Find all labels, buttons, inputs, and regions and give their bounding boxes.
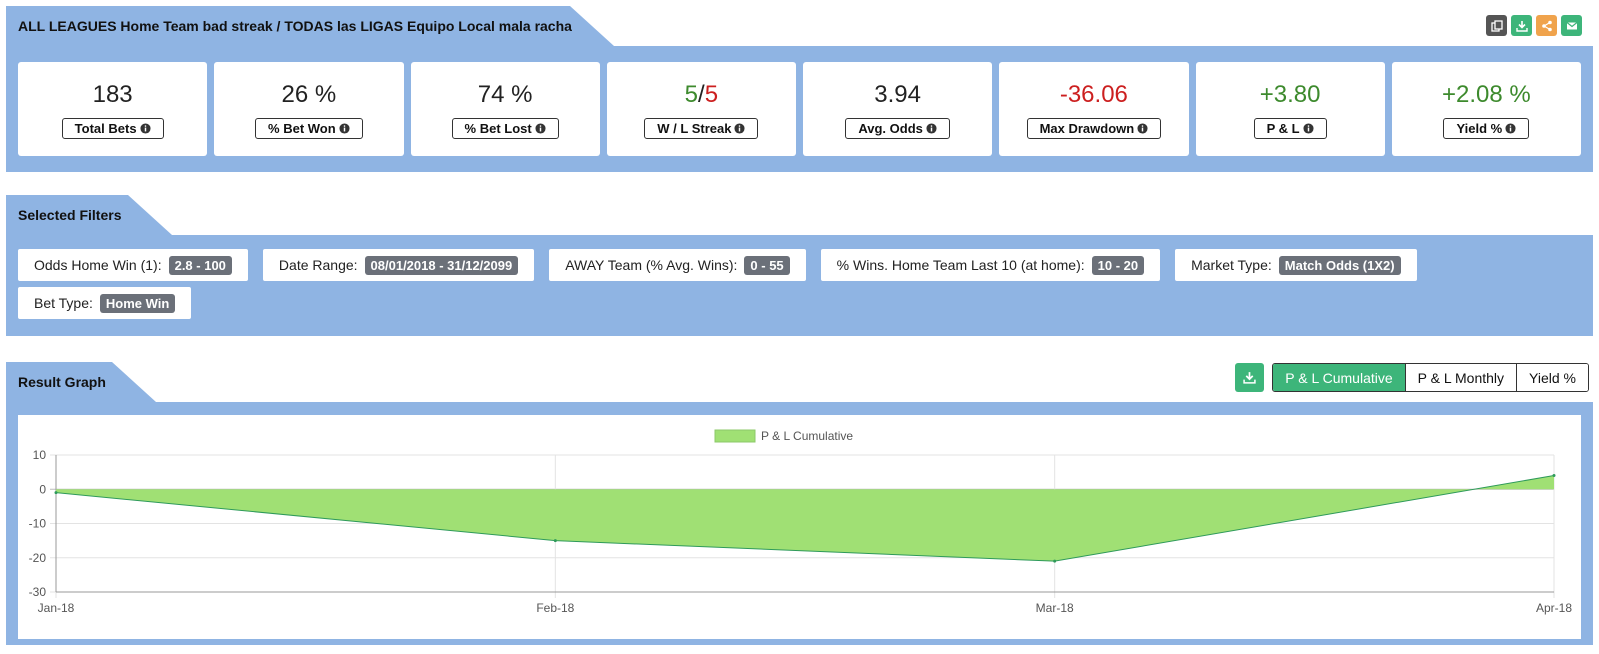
info-icon [1505,123,1516,134]
email-icon[interactable] [1561,15,1582,36]
stat-value: -36.06 [1059,81,1128,108]
y-tick-label: 10 [33,448,47,462]
strategy-title-text: ALL LEAGUES Home Team bad streak / TODAS… [18,18,572,34]
stat-value: 74 % [477,81,533,108]
loss-streak: 5 [704,81,719,108]
x-tick-label: Mar-18 [1036,601,1074,615]
legend-label: P & L Cumulative [761,429,853,443]
download-graph-button[interactable] [1235,363,1265,392]
graph-title: Result Graph [6,362,156,402]
x-tick-label: Apr-18 [1536,601,1572,615]
stat-pct-won: 26 % % Bet Won [214,62,404,156]
stat-label[interactable]: % Bet Lost [451,118,559,139]
filters-title-text: Selected Filters [18,207,122,223]
stat-label[interactable]: W / L Streak [644,118,759,139]
info-icon [734,123,746,134]
filters-title: Selected Filters [6,195,172,235]
filter-home-team-last10: % Wins. Home Team Last 10 (at home): 10 -… [820,249,1161,281]
filters-panel: Odds Home Win (1): 2.8 - 100 Date Range: 0… [6,235,1593,336]
info-icon [926,123,937,134]
graph-tab-group: P & L Cumulative P & L Monthly Yield % [1272,363,1589,392]
tab-pl-monthly[interactable]: P & L Monthly [1404,364,1517,391]
stat-label[interactable]: P & L [1253,118,1327,139]
x-tick-label: Feb-18 [536,601,574,615]
tab-pl-cumulative[interactable]: P & L Cumulative [1273,364,1405,391]
strategy-title: ALL LEAGUES Home Team bad streak / TODAS… [6,6,614,46]
stat-total-bets: 183 Total Bets [18,62,208,156]
stat-value: +2.08 % [1442,81,1531,108]
graph-controls: P & L Cumulative P & L Monthly Yield % [1235,363,1589,392]
x-tick-label: Jan-18 [38,601,75,615]
filter-value-badge: 2.8 - 100 [168,255,232,275]
y-tick-label: -20 [29,551,47,565]
pl-cumulative-area [56,475,1554,562]
filter-odds-home-win: Odds Home Win (1): 2.8 - 100 [18,249,248,281]
stat-wl-streak: 5/5 W / L Streak [606,62,796,156]
stat-yield: +2.08 % Yield % [1391,62,1581,156]
graph-title-text: Result Graph [18,374,106,390]
y-tick-label: 0 [39,482,46,496]
filter-value-badge: 08/01/2018 - 31/12/2099 [364,255,519,275]
info-icon [535,123,546,134]
stat-label[interactable]: Max Drawdown [1026,118,1162,139]
info-icon [339,123,350,134]
pl-cumulative-chart: 10 0 -10 -20 -30 Jan-18 Feb-18 Mar-18 Apr-18 P & … [29,429,1573,615]
stat-value: 26 % [281,81,337,108]
chart-container: 10 0 -10 -20 -30 Jan-18 Feb-18 Mar-18 Apr-18 P & … [18,415,1581,639]
filter-bet-type: Bet Type: Home Win [18,287,192,319]
info-icon [1303,123,1314,134]
filter-value-badge: Match Odds (1X2) [1278,255,1401,275]
streak-separator: / [698,81,705,108]
filter-away-team-wins: AWAY Team (% Avg. Wins): 0 - 55 [549,249,806,281]
stat-label[interactable]: Avg. Odds [845,118,950,139]
filter-market-type: Market Type: Match Odds (1X2) [1175,249,1417,281]
tab-yield[interactable]: Yield % [1516,364,1588,391]
copy-icon[interactable] [1486,15,1507,36]
filter-date-range: Date Range: 08/01/2018 - 31/12/2099 [262,249,535,281]
legend-swatch [714,429,756,443]
info-icon [1137,123,1148,134]
y-tick-label: -30 [29,585,47,599]
data-point [1053,559,1057,563]
stat-value: 183 [92,81,133,108]
stat-value: 3.94 [874,81,921,108]
win-streak: 5 [684,81,699,108]
stat-avg-odds: 3.94 Avg. Odds [803,62,993,156]
info-icon [140,123,151,134]
filter-value-badge: 0 - 55 [744,255,790,275]
filter-value-badge: Home Win [99,293,176,313]
stat-value: 5/5 [685,80,718,110]
data-point [553,539,557,543]
download-icon[interactable] [1511,15,1532,36]
data-point [54,491,58,495]
data-point [1552,474,1556,478]
stat-max-drawdown: -36.06 Max Drawdown [999,62,1189,156]
stat-pct-lost: 74 % % Bet Lost [410,62,600,156]
stats-panel: 183 Total Bets 26 % % Bet Won 74 % % Bet… [6,46,1593,172]
stat-label[interactable]: Total Bets [61,118,164,139]
stat-pl: +3.80 P & L [1195,62,1385,156]
filter-value-badge: 10 - 20 [1091,255,1145,275]
y-tick-label: -10 [29,517,47,531]
graph-panel: 10 0 -10 -20 -30 Jan-18 Feb-18 Mar-18 Apr-18 P & … [6,402,1593,645]
share-icon[interactable] [1536,15,1557,36]
stat-label[interactable]: Yield % [1443,118,1530,139]
stat-value: +3.80 [1259,81,1321,108]
download-icon [1243,372,1256,384]
action-icons [1486,15,1582,36]
stat-label[interactable]: % Bet Won [255,118,363,139]
